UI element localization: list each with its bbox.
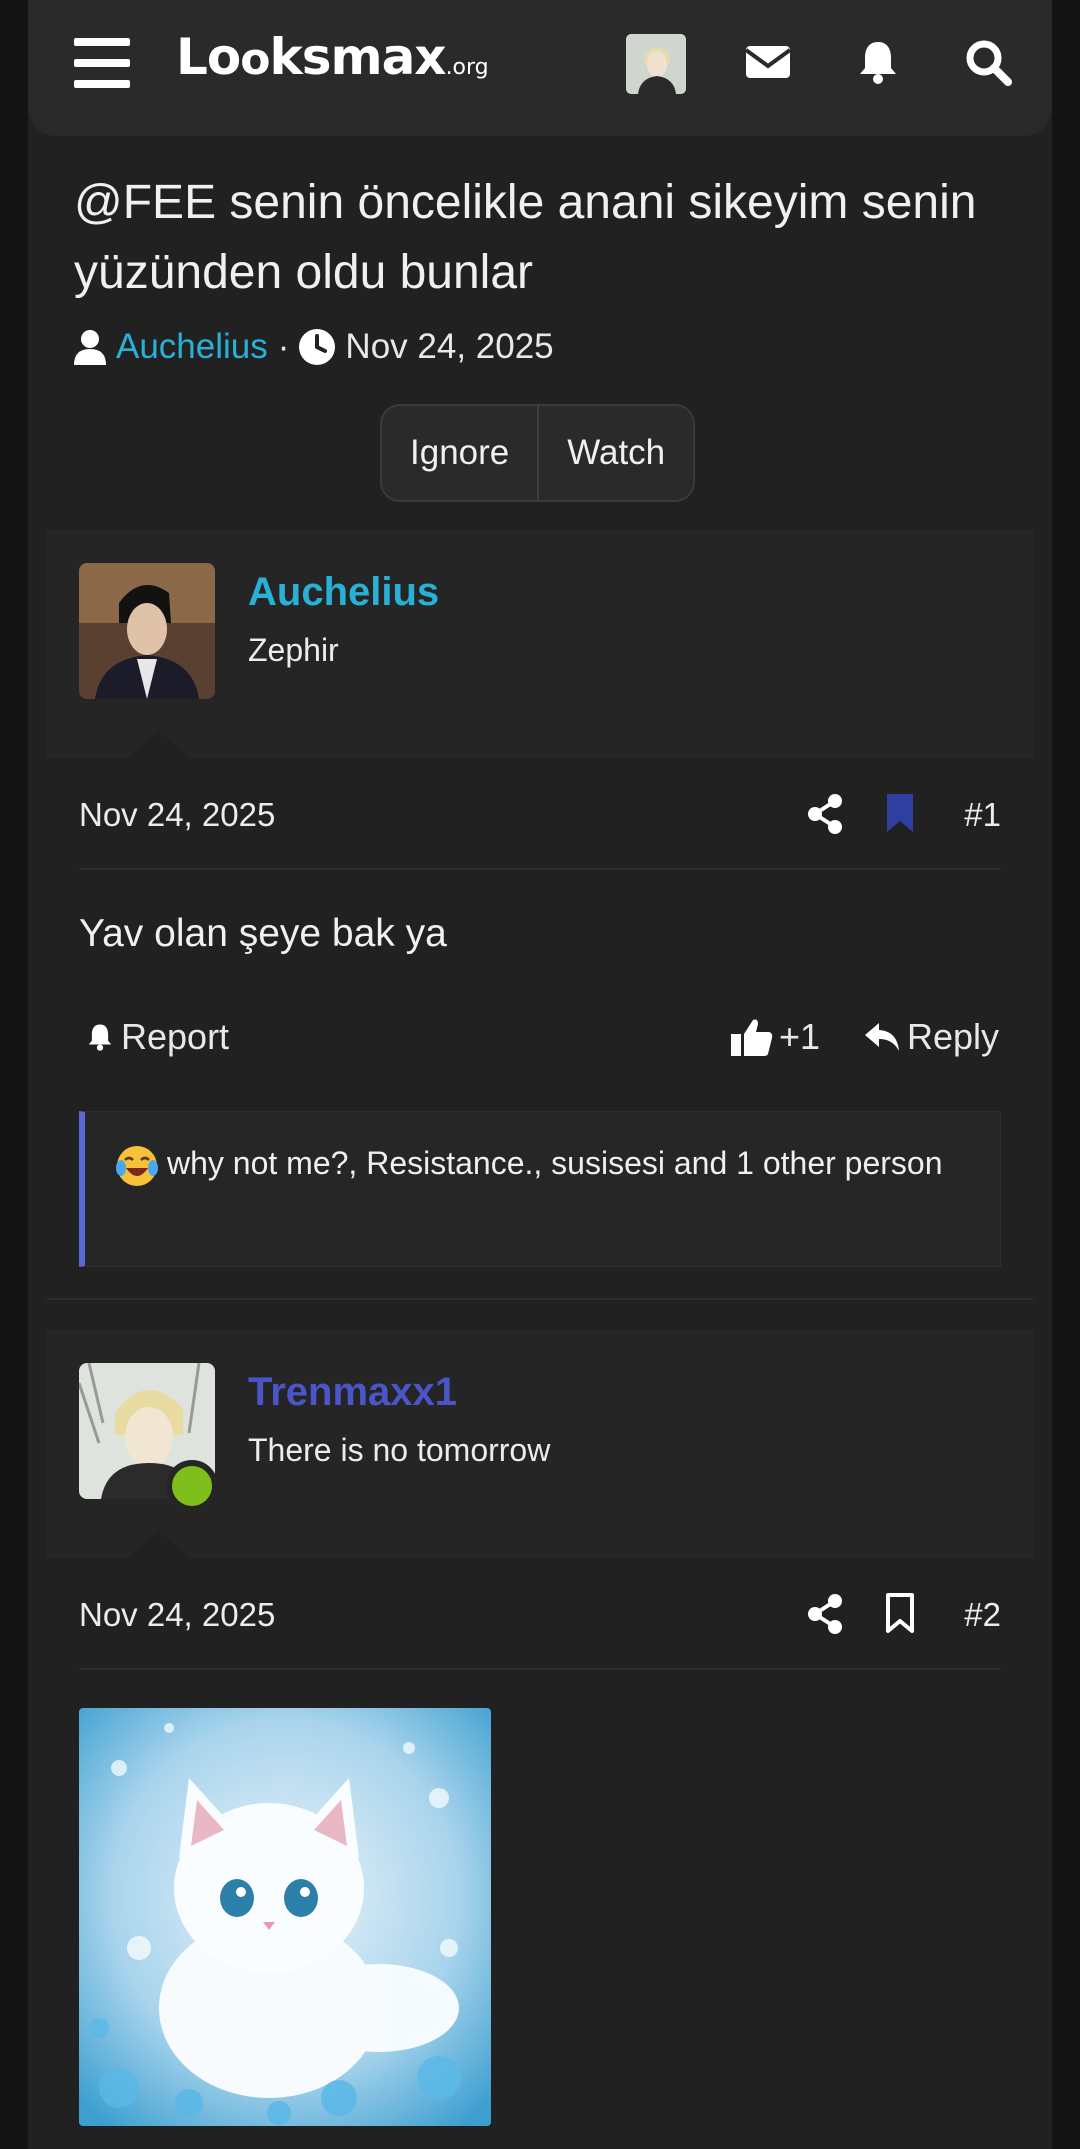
reaction-users-text: why not me?, Resistance., susisesi and 1… [167,1145,943,1181]
post-1-avatar[interactable] [79,563,215,699]
thread-date[interactable]: Nov 24, 2025 [345,327,553,367]
meta-separator: · [277,327,290,366]
thumbs-up-icon [731,1019,773,1056]
thread-author-link[interactable]: Auchelius [116,327,268,367]
thread-title: @FEE senin öncelikle anani sikeyim senin… [74,176,977,299]
like-count: +1 [779,1016,821,1057]
reply-label: Reply [907,1016,1000,1057]
search-icon[interactable] [964,38,1012,86]
thread-action-buttons: Ignore Watch [380,404,696,502]
like-button[interactable]: +1 [731,1016,820,1058]
thread-meta: Auchelius · Nov 24, 2025 [74,322,554,372]
post-1-pointer [126,731,190,759]
post-2-user-header: Trenmaxx1 There is no tomorrow [46,1330,1034,1559]
post-2-user-title: There is no tomorrow [248,1432,551,1468]
clock-icon [299,329,336,365]
report-button[interactable]: Report [85,1016,229,1058]
crying-laughing-emoji-icon [116,1145,158,1186]
watch-button[interactable]: Watch [537,406,693,500]
post-1-user-header: Auchelius Zephir [46,530,1034,759]
post-1-reaction-summary[interactable]: why not me?, Resistance., susisesi and 1… [79,1111,1001,1267]
hamburger-menu-icon[interactable] [74,38,130,88]
post-1-body: Yav olan şeye bak ya [79,912,447,955]
post-1-date[interactable]: Nov 24, 2025 [79,796,275,834]
logo-eye-icon: o [240,34,270,85]
reply-button[interactable]: Reply [865,1016,999,1058]
post-1-actions: Report +1 Reply [79,1010,1001,1070]
bell-icon [88,1024,112,1051]
user-icon [74,330,106,365]
post-1-number[interactable]: #1 [964,796,1001,834]
post-2-meta: Nov 24, 2025 #2 [79,1558,1001,1670]
ignore-button[interactable]: Ignore [382,406,537,500]
post-2-pointer [126,1531,190,1559]
post-1-meta: Nov 24, 2025 #1 [79,758,1001,870]
report-label: Report [121,1016,230,1057]
post-2-username[interactable]: Trenmaxx1 [248,1370,457,1415]
post-2-date[interactable]: Nov 24, 2025 [79,1596,275,1634]
online-status-indicator [166,1460,218,1512]
post-2-number[interactable]: #2 [964,1596,1001,1634]
site-logo[interactable]: Looksmax.org [176,28,489,86]
current-user-avatar[interactable] [626,34,686,94]
reply-arrow-icon [865,1023,899,1051]
post-divider [46,1298,1034,1300]
bell-icon[interactable] [854,38,902,86]
share-icon[interactable] [807,794,843,834]
top-navigation-bar: Looksmax.org [28,0,1052,136]
bookmark-icon-active[interactable] [885,792,915,834]
share-icon[interactable] [807,1594,843,1634]
white-kitten-image[interactable] [79,1708,491,2126]
bookmark-icon[interactable] [885,1592,915,1634]
post-1-user-title: Zephir [248,632,339,668]
post-1-username[interactable]: Auchelius [248,570,439,615]
envelope-icon[interactable] [744,38,792,86]
